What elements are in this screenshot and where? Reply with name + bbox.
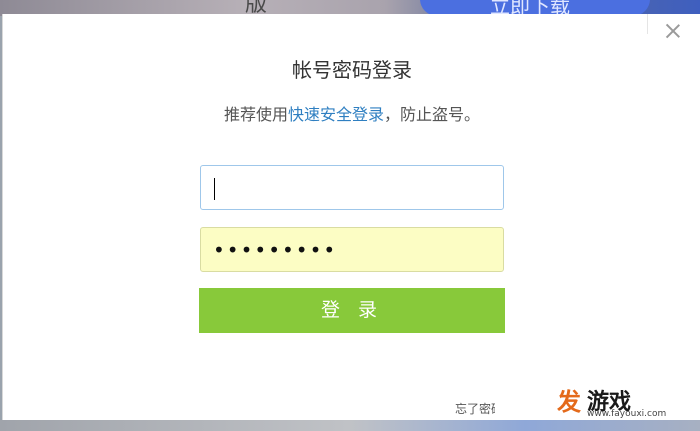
password-input[interactable]: ••••••••• bbox=[200, 227, 504, 272]
forgot-password-link[interactable]: 忘了密码 bbox=[455, 400, 495, 417]
close-icon[interactable] bbox=[662, 20, 684, 42]
watermark-url: www.fayouxi.com bbox=[587, 409, 667, 419]
watermark-logo: 发 bbox=[557, 388, 581, 416]
login-button[interactable]: 登 录 bbox=[199, 288, 505, 333]
quick-secure-login-link[interactable]: 快速安全登录 bbox=[288, 105, 384, 124]
close-divider bbox=[647, 14, 648, 34]
username-input[interactable] bbox=[200, 165, 504, 210]
login-dialog: 帐号密码登录 推荐使用快速安全登录，防止盗号。 ••••••••• 登 录 忘了… bbox=[2, 14, 700, 420]
text-caret bbox=[214, 178, 215, 200]
dialog-subtitle: 推荐使用快速安全登录，防止盗号。 bbox=[3, 101, 700, 125]
subtitle-prefix: 推荐使用 bbox=[223, 105, 288, 124]
subtitle-suffix: ，防止盗号。 bbox=[384, 105, 481, 124]
dialog-title: 帐号密码登录 bbox=[292, 58, 412, 82]
site-watermark: 发 游戏 www.fayouxi.com bbox=[557, 382, 666, 422]
